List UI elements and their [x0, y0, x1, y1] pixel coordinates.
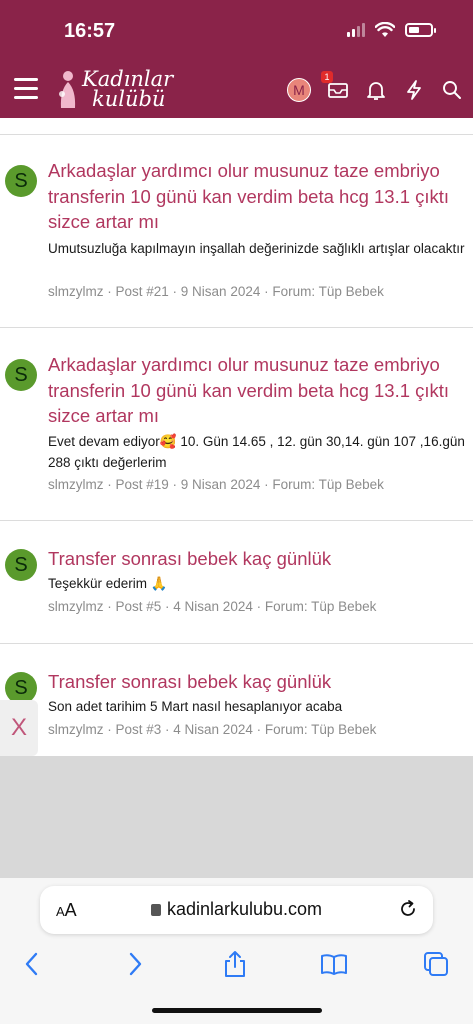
author-link[interactable]: slmzylmz	[48, 477, 104, 492]
divider	[0, 643, 473, 644]
main-nav: Kadınlar kulübü M 1	[0, 68, 473, 116]
divider	[0, 327, 473, 328]
thread-title-link[interactable]: Transfer sonrası bebek kaç günlük	[48, 546, 465, 572]
lock-icon	[150, 904, 161, 916]
url-display[interactable]: kadinlarkulubu.com	[40, 899, 433, 920]
post-snippet: Teşekkür ederim 🙏	[48, 576, 168, 591]
author-link[interactable]: slmzylmz	[48, 722, 104, 737]
logo-line-1: Kadınlar	[82, 67, 174, 91]
result-item[interactable]: S Transfer sonrası bebek kaç günlük Son …	[0, 669, 473, 756]
thread-title-link[interactable]: Arkadaşlar yardımcı olur musunuz taze em…	[48, 352, 465, 429]
thread-title-link[interactable]: Arkadaşlar yardımcı olur musunuz taze em…	[48, 158, 465, 235]
address-bar[interactable]: AA kadinlarkulubu.com	[40, 886, 433, 934]
wifi-icon	[375, 22, 395, 37]
cellular-signal-icon	[347, 23, 365, 37]
browser-bottom-bar: AA kadinlarkulubu.com	[0, 878, 473, 1024]
forum-link[interactable]: Forum: Tüp Bebek	[265, 599, 377, 614]
back-icon[interactable]	[18, 950, 46, 978]
close-overlay-button[interactable]: X	[0, 700, 38, 756]
thread-title-link[interactable]: Transfer sonrası bebek kaç günlük	[48, 669, 465, 695]
post-number: Post #21	[115, 284, 169, 299]
post-number: Post #19	[115, 477, 169, 492]
author-link[interactable]: slmzylmz	[48, 599, 104, 614]
bell-icon[interactable]	[365, 79, 387, 101]
home-indicator	[152, 1008, 322, 1013]
logo-line-2: kulübü	[92, 87, 166, 111]
search-results: S Arkadaşlar yardımcı olur musunuz taze …	[0, 118, 473, 756]
post-date: 4 Nisan 2024	[173, 599, 253, 614]
site-logo[interactable]: Kadınlar kulübü	[56, 68, 173, 110]
reload-icon[interactable]	[397, 898, 419, 920]
logo-woman-icon	[59, 71, 76, 108]
ad-placeholder	[0, 756, 473, 878]
nav-actions: M 1	[287, 71, 463, 102]
lightning-icon[interactable]	[403, 79, 425, 101]
post-number: Post #3	[115, 722, 162, 737]
post-meta: slmzylmz · Post #5 · 4 Nisan 2024 · Foru…	[48, 599, 377, 614]
forum-link[interactable]: Forum: Tüp Bebek	[272, 284, 384, 299]
forum-link[interactable]: Forum: Tüp Bebek	[272, 477, 384, 492]
logo-text: Kadınlar kulübü	[82, 67, 174, 111]
post-date: 9 Nisan 2024	[180, 284, 261, 299]
inbox-button[interactable]: 1	[321, 71, 349, 101]
search-icon[interactable]	[441, 79, 463, 101]
author-avatar[interactable]: S	[5, 549, 37, 581]
share-icon[interactable]	[221, 950, 249, 978]
result-item[interactable]: S Arkadaşlar yardımcı olur musunuz taze …	[0, 352, 473, 522]
post-snippet: Umutsuzluğa kapılmayın inşallah değerini…	[48, 241, 465, 256]
post-meta: slmzylmz · Post #19 · 9 Nisan 2024 · For…	[48, 477, 384, 492]
post-snippet: Evet devam ediyor🥰 10. Gün 14.65 , 12. g…	[48, 434, 465, 470]
post-number: Post #5	[115, 599, 162, 614]
battery-icon	[405, 23, 436, 37]
menu-icon[interactable]	[14, 78, 38, 100]
post-meta: slmzylmz · Post #3 · 4 Nisan 2024 · Foru…	[48, 722, 377, 737]
url-text: kadinlarkulubu.com	[166, 899, 323, 919]
post-meta: slmzylmz · Post #21 · 9 Nisan 2024 · For…	[48, 284, 384, 299]
author-link[interactable]: slmzylmz	[48, 284, 104, 299]
user-avatar[interactable]: M	[287, 78, 311, 102]
status-icons	[347, 22, 436, 38]
tabs-icon[interactable]	[422, 950, 450, 978]
result-item[interactable]: S Transfer sonrası bebek kaç günlük Teşe…	[0, 546, 473, 641]
post-date: 9 Nisan 2024	[180, 477, 261, 492]
divider	[0, 134, 473, 135]
post-snippet: Son adet tarihim 5 Mart nasıl hesaplanıy…	[48, 699, 343, 714]
divider	[0, 520, 473, 521]
author-avatar[interactable]: S	[5, 165, 37, 197]
bookmarks-icon[interactable]	[320, 950, 348, 978]
forward-icon[interactable]	[121, 950, 149, 978]
status-time: 16:57	[64, 20, 116, 42]
author-avatar[interactable]: S	[5, 359, 37, 391]
result-item[interactable]: S Arkadaşlar yardımcı olur musunuz taze …	[0, 158, 473, 328]
site-header: 16:57 Kadınlar kulübü M 1	[0, 0, 473, 118]
forum-link[interactable]: Forum: Tüp Bebek	[265, 722, 377, 737]
post-date: 4 Nisan 2024	[173, 722, 253, 737]
inbox-badge: 1	[321, 71, 333, 83]
browser-toolbar	[0, 944, 473, 984]
